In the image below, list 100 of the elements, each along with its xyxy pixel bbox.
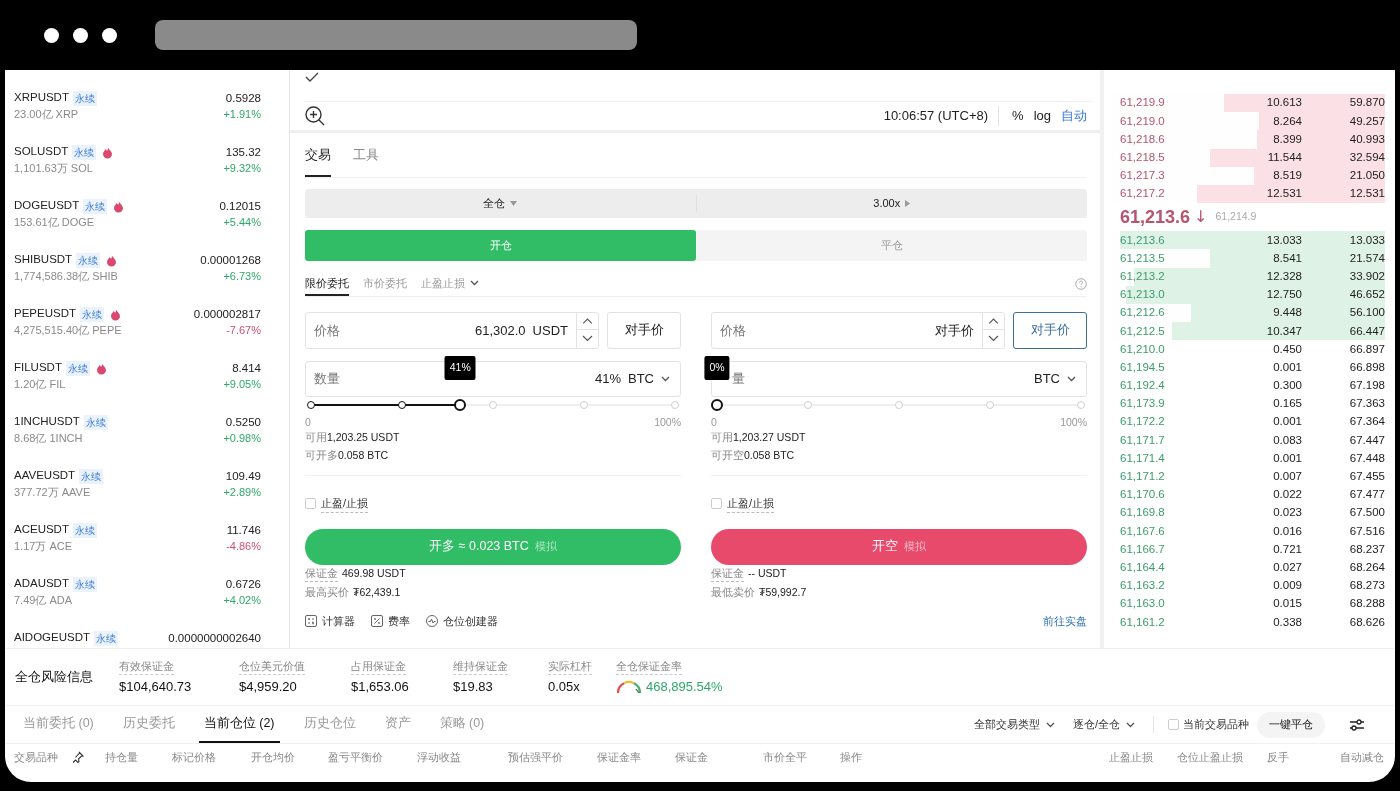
book-price[interactable]: 61,166.7 (1112, 540, 1212, 559)
position-tab[interactable]: 历史仓位 (298, 706, 361, 743)
slider-step[interactable] (307, 401, 315, 409)
position-tab[interactable]: 当前仓位 (2) (198, 706, 280, 743)
column-header: 开仓均价 (251, 749, 295, 765)
market-symbol[interactable]: ACEUSDT (14, 521, 69, 539)
perpetual-tag: 永续 (76, 252, 101, 268)
slider-min-label: 0 (711, 415, 717, 429)
close-all-button[interactable]: 一键平仓 (1257, 711, 1325, 738)
scale-button[interactable]: % (1007, 106, 1029, 126)
leverage-button[interactable]: 3.00x (695, 195, 1087, 212)
caret-down-icon (510, 201, 518, 206)
book-price[interactable]: 61,219.0 (1112, 112, 1212, 130)
mark-price: 61,214.9 (1215, 209, 1257, 225)
book-price[interactable]: 61,171.7 (1112, 431, 1212, 449)
book-price[interactable]: 61,212.5 (1112, 322, 1212, 340)
position-tab[interactable]: 当前委托 (0) (18, 706, 99, 743)
market-symbol[interactable]: ADAUSDT (14, 575, 69, 593)
book-price[interactable]: 61,163.2 (1112, 577, 1212, 595)
settings-sliders-icon[interactable] (1349, 717, 1365, 732)
book-price[interactable]: 61,213.6 (1112, 231, 1212, 249)
scale-button[interactable]: log (1028, 106, 1056, 126)
action-toggle[interactable]: 平仓 (696, 230, 1087, 261)
order-type-tab[interactable]: 限价委托 (305, 272, 349, 296)
open-short-button[interactable]: 开空 模拟 (711, 528, 1087, 565)
scale-button[interactable]: 自动 (1056, 106, 1092, 126)
slider-track[interactable] (305, 397, 681, 413)
counter-price-button[interactable]: 对手价 (1013, 312, 1087, 349)
market-symbol[interactable]: PEPEUSDT (14, 305, 76, 323)
price-field[interactable]: 价格 61,302.0 USDT (305, 312, 599, 349)
position-tab[interactable]: 策略 (0) (434, 706, 490, 743)
book-price[interactable]: 61,161.2 (1112, 613, 1212, 631)
book-price[interactable]: 61,210.0 (1112, 340, 1212, 358)
zoom-in-icon[interactable] (305, 106, 325, 126)
live-trading-link[interactable]: 前往实盘 (1043, 612, 1087, 629)
field-label: 价格 (314, 321, 340, 340)
book-price[interactable]: 61,163.0 (1112, 595, 1212, 613)
filter-dropdown[interactable]: 逐仓/全仓 (1072, 716, 1135, 733)
book-price[interactable]: 61,171.2 (1112, 468, 1212, 486)
book-price[interactable]: 61,169.8 (1112, 504, 1212, 522)
checkbox[interactable] (711, 498, 722, 510)
market-symbol[interactable]: AIDOGEUSDT (14, 629, 91, 647)
trade-tab[interactable]: 工具 (353, 133, 379, 177)
book-price[interactable]: 61,173.9 (1112, 395, 1212, 413)
book-total: 66.447 (1348, 323, 1385, 339)
market-symbol[interactable]: 1INCHUSDT (14, 413, 80, 431)
market-symbol[interactable]: SHIBUSDT (14, 251, 73, 269)
metric-label: 仓位美元价值 (239, 657, 305, 675)
book-price[interactable]: 61,213.5 (1112, 249, 1212, 268)
book-price[interactable]: 61,194.5 (1112, 358, 1212, 377)
market-symbol[interactable]: SOLUSDT (14, 143, 69, 161)
book-price[interactable]: 61,167.6 (1112, 522, 1212, 540)
market-symbol[interactable]: DOGEUSDT (14, 197, 80, 215)
perpetual-tag: 永续 (83, 198, 108, 214)
trade-tab[interactable]: 交易 (305, 133, 331, 177)
market-symbol[interactable]: FILUSDT (14, 359, 62, 377)
book-price[interactable]: 61,213.0 (1112, 286, 1212, 304)
book-price[interactable]: 61,219.9 (1112, 94, 1212, 112)
book-price[interactable]: 61,213.2 (1112, 267, 1212, 286)
position-tab[interactable]: 资产 (379, 706, 416, 743)
pin-icon[interactable] (72, 751, 84, 763)
counter-price-button[interactable]: 对手价 (607, 312, 681, 349)
book-price[interactable]: 61,164.4 (1112, 558, 1212, 577)
book-amount: 0.027 (1272, 559, 1302, 575)
slider-thumb[interactable] (711, 399, 723, 411)
market-symbol[interactable]: AAVEUSDT (14, 467, 76, 485)
book-amount: 0.450 (1272, 341, 1302, 357)
value-tooltip: 41% (444, 356, 476, 380)
order-type-tab[interactable]: 市价委托 (363, 272, 407, 296)
metric-value: $4,959.20 (239, 678, 298, 696)
metric-value: 0.05x (548, 678, 581, 696)
book-price[interactable]: 61,218.5 (1112, 149, 1212, 167)
order-type-tab[interactable]: 止盈止损 (421, 272, 479, 296)
market-symbol[interactable]: XRPUSDT (14, 89, 69, 107)
info-value: ₮62,439.1 (353, 585, 401, 601)
book-price[interactable]: 61,217.3 (1112, 167, 1212, 185)
book-price[interactable]: 61,218.6 (1112, 130, 1212, 149)
slider-track[interactable] (711, 397, 1087, 413)
slider-thumb[interactable] (454, 399, 467, 411)
book-price[interactable]: 61,212.6 (1112, 304, 1212, 322)
tool-button[interactable]: 费率 (371, 612, 410, 629)
price-field[interactable]: 价格 对手价 (711, 312, 1005, 349)
position-tab[interactable]: 历史委托 (117, 706, 180, 743)
tool-button[interactable]: 计算器 (305, 612, 355, 629)
book-price[interactable]: 61,170.6 (1112, 486, 1212, 504)
margin-mode-button[interactable]: 全仓 (305, 189, 696, 218)
book-price[interactable]: 61,217.2 (1112, 185, 1212, 203)
tool-button[interactable]: 仓位创建器 (426, 612, 498, 629)
book-price[interactable]: 61,171.4 (1112, 449, 1212, 468)
filter-dropdown[interactable]: 全部交易类型 (973, 716, 1055, 733)
field-label: 价格 (720, 321, 746, 340)
slider-step[interactable] (398, 401, 406, 409)
book-total: 67.447 (1348, 432, 1385, 448)
book-price[interactable]: 61,192.4 (1112, 377, 1212, 395)
checkbox[interactable] (305, 498, 316, 510)
perpetual-tag: 永续 (65, 360, 90, 376)
slider-min-label: 0 (305, 415, 311, 429)
help-icon[interactable] (1075, 278, 1087, 290)
book-price[interactable]: 61,172.2 (1112, 413, 1212, 431)
checkbox[interactable] (1168, 719, 1179, 730)
